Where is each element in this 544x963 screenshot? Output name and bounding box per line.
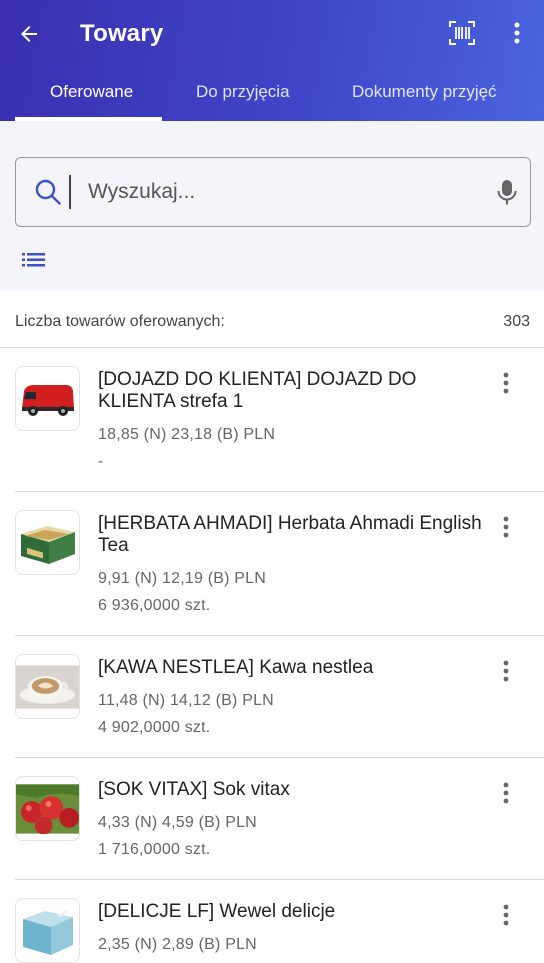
apples-image — [15, 776, 80, 841]
item-price: 2,35 (N) 2,89 (B) PLN — [98, 936, 257, 953]
item-more-icon[interactable] — [495, 780, 517, 806]
more-vertical-icon[interactable] — [503, 18, 531, 48]
item-more-icon[interactable] — [495, 514, 517, 540]
tab-do-przyjecia[interactable]: Do przyjęcia — [196, 82, 290, 102]
items-count-label: Liczba towarów oferowanych: — [15, 313, 225, 330]
item-price: 4,33 (N) 4,59 (B) PLN — [98, 814, 257, 831]
cardboard-box-image — [15, 898, 80, 963]
tab-bar: Oferowane Do przyjęcia Dokumenty przyjęć — [0, 76, 544, 121]
red-van-image — [15, 366, 80, 431]
item-quantity: - — [98, 453, 104, 470]
list-item[interactable]: [HERBATA AHMADI] Herbata Ahmadi English … — [0, 492, 544, 636]
arrow-left-icon[interactable] — [14, 19, 44, 49]
item-more-icon[interactable] — [495, 658, 517, 684]
item-name: [SOK VITAX] Sok vitax — [98, 779, 290, 800]
item-price: 9,91 (N) 12,19 (B) PLN — [98, 570, 267, 587]
item-name: [KAWA NESTLEA] Kawa nestlea — [98, 657, 374, 678]
tab-dokumenty-przyjec[interactable]: Dokumenty przyjęć — [352, 82, 497, 102]
search-field[interactable]: Wyszukaj... — [15, 157, 531, 227]
tab-oferowane[interactable]: Oferowane — [50, 82, 133, 102]
tea-box-image — [15, 510, 80, 575]
item-price: 11,48 (N) 14,12 (B) PLN — [98, 692, 274, 709]
search-icon — [34, 178, 62, 206]
list-item[interactable]: [SOK VITAX] Sok vitax 4,33 (N) 4,59 (B) … — [0, 758, 544, 880]
items-count-row: Liczba towarów oferowanych: 303 — [0, 291, 544, 348]
list-item[interactable]: [DELICJE LF] Wewel delicje 2,35 (N) 2,89… — [0, 880, 544, 963]
item-more-icon[interactable] — [495, 902, 517, 928]
item-name: [HERBATA AHMADI] Herbata Ahmadi English … — [98, 513, 482, 556]
item-more-icon[interactable] — [495, 370, 517, 396]
item-quantity: 6 936,0000 szt. — [98, 597, 211, 614]
search-input[interactable]: Wyszukaj... — [88, 180, 195, 204]
list-item[interactable]: [KAWA NESTLEA] Kawa nestlea 11,48 (N) 14… — [0, 636, 544, 758]
list-view-icon[interactable] — [22, 250, 46, 270]
item-quantity: 4 902,0000 szt. — [98, 719, 211, 736]
coffee-cup-image — [15, 654, 80, 719]
microphone-icon[interactable] — [496, 178, 518, 208]
search-divider — [69, 175, 71, 209]
barcode-scan-icon[interactable] — [447, 18, 477, 48]
search-area: Wyszukaj... — [0, 121, 544, 291]
item-name: [DELICJE LF] Wewel delicje — [98, 901, 336, 922]
list-item[interactable]: [DOJAZD DO KLIENTA] DOJAZD DO KLIENTA st… — [0, 348, 544, 492]
page-title: Towary — [80, 20, 164, 47]
item-name: [DOJAZD DO KLIENTA] DOJAZD DO KLIENTA st… — [98, 369, 417, 412]
item-price: 18,85 (N) 23,18 (B) PLN — [98, 426, 276, 443]
item-quantity: 1 716,0000 szt. — [98, 841, 211, 858]
app-bar: Towary Oferowane Do przyjęcia Dokumenty … — [0, 0, 544, 121]
items-count-value: 303 — [503, 313, 530, 330]
